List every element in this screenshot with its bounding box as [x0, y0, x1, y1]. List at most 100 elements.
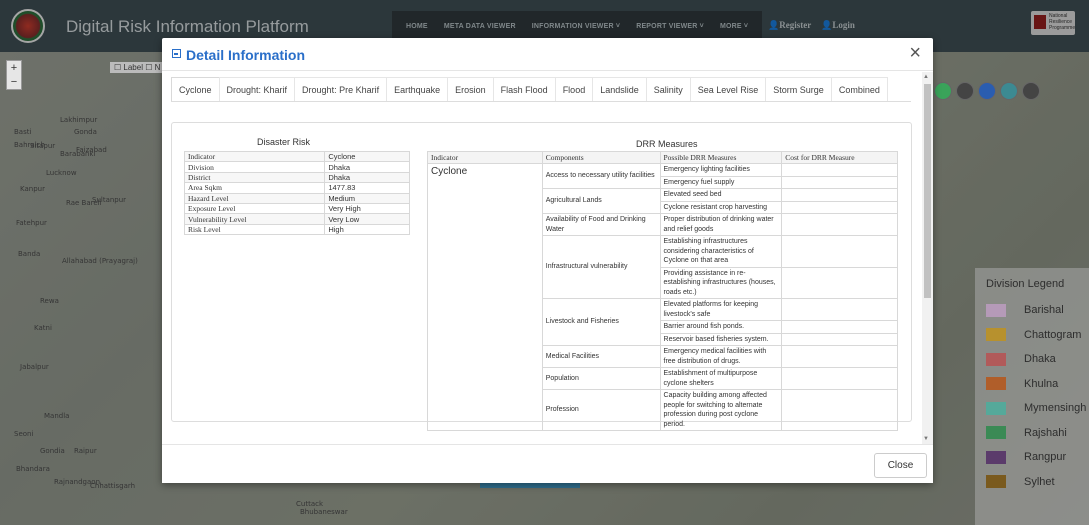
- label-toggle[interactable]: ☐ Label ☐ N: [110, 62, 165, 73]
- legend-swatch: [986, 401, 1006, 415]
- column-header: Components: [541, 151, 661, 164]
- component-cell: Access to necessary utility facilities: [541, 163, 661, 189]
- column-header: Cost for DRR Measure: [781, 151, 898, 164]
- cost-cell: [781, 175, 898, 189]
- scroll-thumb[interactable]: [924, 84, 931, 298]
- tab-drought-pre-kharif[interactable]: Drought: Pre Kharif: [294, 77, 388, 101]
- risk-key-cell: Vulnerability Level: [183, 213, 326, 225]
- risk-key-cell: Area Sqkm: [183, 182, 326, 194]
- risk-key-cell: Hazard Level: [183, 192, 326, 204]
- legend-swatch: [986, 352, 1006, 366]
- legend-swatch: [986, 328, 1006, 342]
- tab-storm-surge[interactable]: Storm Surge: [765, 77, 832, 101]
- legend-label: Mymensingh: [1024, 402, 1087, 415]
- cost-cell: [781, 188, 898, 202]
- legend-item: Sylhet: [975, 470, 1089, 495]
- table-row: Cyclone Access to necessary utility facil…: [427, 163, 898, 431]
- layers-icon[interactable]: [1000, 82, 1018, 100]
- legend-label: Khulna: [1024, 377, 1059, 390]
- tab-flood[interactable]: Flood: [554, 77, 594, 101]
- risk-value-cell: Dhaka: [324, 171, 410, 184]
- measure-cell: Emergency fuel supply: [659, 175, 783, 189]
- tab-flash-flood[interactable]: Flash Flood: [492, 77, 556, 101]
- legend-item: Dhaka: [975, 347, 1089, 372]
- globe-icon[interactable]: [978, 82, 996, 100]
- risk-value-cell: Medium: [324, 192, 410, 204]
- risk-value-cell: Very Low: [324, 213, 410, 225]
- tab-erosion[interactable]: Erosion: [447, 77, 494, 101]
- close-button[interactable]: Close: [874, 453, 927, 478]
- measure-cell: Providing assistance in re-establishing …: [659, 266, 783, 299]
- measure-cell: Capacity building among affected people …: [659, 389, 783, 431]
- modal-title: Detail Information: [186, 47, 306, 63]
- legend-swatch: [986, 377, 1006, 391]
- basemap-icon[interactable]: [1022, 82, 1040, 100]
- risk-value-cell: 1477.83: [324, 182, 410, 194]
- risk-key-cell: Indicator: [183, 150, 326, 163]
- cost-cell: [781, 345, 898, 368]
- component-cell: Availability of Food and Drinking Water: [541, 213, 661, 236]
- scroll-down-icon[interactable]: ▼: [923, 436, 929, 442]
- legend-label: Dhaka: [1024, 353, 1056, 366]
- component-cell: Infrastructural vulnerability: [541, 235, 661, 299]
- component-cell: Population: [541, 367, 661, 390]
- measure-cell: Establishing infrastructures considering…: [659, 235, 783, 268]
- table-row: Indicator Cyclone: [183, 150, 410, 163]
- modal-body: Cyclone Drought: Kharif Drought: Pre Khari…: [162, 72, 933, 444]
- legend-item: Khulna: [975, 372, 1089, 397]
- cost-cell: [781, 163, 898, 177]
- risk-key-cell: Exposure Level: [183, 202, 326, 215]
- tab-earthquake[interactable]: Earthquake: [386, 77, 449, 101]
- table-row: District Dhaka: [183, 171, 410, 184]
- legend-swatch: [986, 475, 1006, 489]
- measure-cell: Elevated seed bed: [659, 188, 783, 202]
- tab-combined[interactable]: Combined: [830, 77, 888, 101]
- tab-drought-kharif[interactable]: Drought: Kharif: [218, 77, 296, 101]
- measure-cell: Reservoir based fisheries system.: [659, 332, 783, 346]
- hazard-tabs: Cyclone Drought: Kharif Drought: Pre Khari…: [171, 77, 911, 102]
- modal-header: Detail Information ×: [162, 38, 933, 71]
- legend-item: Barishal: [975, 298, 1089, 323]
- measure-cell: Barrier around fish ponds.: [659, 320, 783, 334]
- table-row: Division Dhaka: [183, 161, 410, 173]
- legend-item: Rajshahi: [975, 421, 1089, 446]
- legend-item: Rangpur: [975, 445, 1089, 470]
- table-row: Vulnerability Level Very Low: [183, 213, 410, 225]
- tab-salinity[interactable]: Salinity: [645, 77, 691, 101]
- table-header-row: Indicator Components Possible DRR Measures…: [427, 151, 898, 164]
- detail-information-modal: Detail Information × Cyclone Drought: Kha…: [162, 38, 933, 483]
- disaster-risk-table: Indicator Cyclone Division Dhaka District Dha…: [183, 150, 410, 236]
- tab-sea-level-rise[interactable]: Sea Level Rise: [689, 77, 767, 101]
- zoom-control: + −: [6, 60, 22, 90]
- component-cell: Agricultural Lands: [541, 188, 661, 214]
- legend-swatch: [986, 450, 1006, 464]
- drr-measures-title: DRR Measures: [636, 139, 698, 149]
- risk-key-cell: Division: [183, 161, 326, 173]
- tab-cyclone[interactable]: Cyclone: [171, 77, 220, 101]
- refresh-icon[interactable]: [956, 82, 974, 100]
- table-row: Hazard Level Medium: [183, 192, 410, 204]
- scroll-up-icon[interactable]: ▲: [923, 74, 929, 80]
- table-row: Area Sqkm 1477.83: [183, 182, 410, 194]
- legend-swatch: [986, 303, 1006, 317]
- download-icon[interactable]: [934, 82, 952, 100]
- component-cell: Livestock and Fisheries: [541, 298, 661, 346]
- close-icon[interactable]: ×: [909, 43, 921, 63]
- tab-landslide[interactable]: Landslide: [592, 77, 647, 101]
- legend-swatch: [986, 426, 1006, 440]
- zoom-in-button[interactable]: +: [7, 61, 21, 75]
- risk-key-cell: Risk Level: [183, 223, 326, 236]
- legend-label: Sylhet: [1024, 475, 1055, 488]
- measure-cell: Cyclone resistant crop harvesting: [659, 200, 783, 214]
- modal-scrollbar[interactable]: ▲ ▼: [922, 72, 933, 444]
- column-header: Possible DRR Measures: [659, 151, 783, 164]
- table-row: Exposure Level Very High: [183, 202, 410, 215]
- cost-cell: [781, 266, 898, 299]
- cost-cell: [781, 235, 898, 268]
- cost-cell: [781, 389, 898, 431]
- legend-item: Chattogram: [975, 323, 1089, 348]
- cost-cell: [781, 332, 898, 346]
- measure-cell: Emergency medical facilities with free d…: [659, 345, 783, 368]
- map-tools: [934, 82, 1040, 100]
- zoom-out-button[interactable]: −: [7, 75, 21, 89]
